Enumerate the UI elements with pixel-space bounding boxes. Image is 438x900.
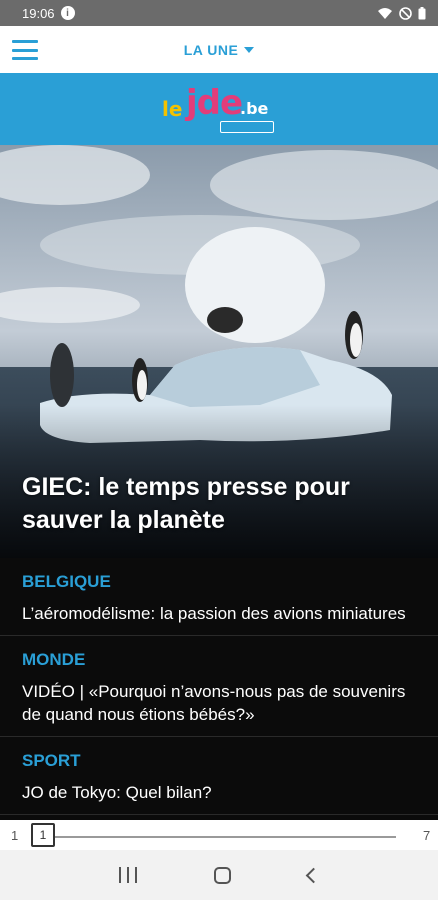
battery-icon bbox=[418, 6, 426, 19]
devices-icon bbox=[220, 121, 274, 133]
slider-track[interactable] bbox=[52, 836, 396, 838]
top-app-bar: LA UNE bbox=[0, 26, 438, 73]
article-item[interactable]: MONDE VIDÉO | «Pourquoi n’avons-nous pas… bbox=[0, 636, 438, 737]
home-icon[interactable] bbox=[213, 866, 231, 884]
article-item[interactable]: SPORT JO de Tokyo: Quel bilan? bbox=[0, 737, 438, 815]
logo-jde: jde bbox=[186, 83, 243, 123]
logo-band: le jde .be bbox=[0, 73, 438, 145]
wifi-icon bbox=[378, 7, 392, 19]
article-item[interactable]: BELGIQUE L’aéromodélisme: la passion des… bbox=[0, 558, 438, 636]
article-category[interactable]: SPORT bbox=[22, 751, 416, 771]
recents-icon[interactable] bbox=[118, 867, 137, 883]
hero-headline[interactable]: GIEC: le temps presse pour sauver la pla… bbox=[22, 471, 422, 537]
system-nav-bar bbox=[0, 850, 438, 900]
logo-be: .be bbox=[240, 99, 269, 118]
slider-min-label: 1 bbox=[11, 828, 19, 843]
section-label: LA UNE bbox=[183, 41, 239, 58]
page-slider[interactable]: 1 1 7 bbox=[0, 820, 438, 850]
dnd-icon bbox=[399, 6, 412, 20]
site-logo[interactable]: le jde .be bbox=[160, 81, 278, 137]
section-dropdown[interactable]: LA UNE bbox=[184, 42, 255, 58]
back-icon[interactable] bbox=[306, 867, 322, 883]
info-icon: i bbox=[60, 6, 75, 20]
caret-down-icon bbox=[244, 46, 255, 53]
menu-icon[interactable] bbox=[12, 40, 38, 60]
status-time: 19:06 bbox=[22, 5, 55, 21]
article-category[interactable]: MONDE bbox=[22, 650, 416, 670]
slider-max-label: 7 bbox=[423, 828, 431, 843]
status-bar: 19:06 i bbox=[0, 0, 438, 26]
article-headline[interactable]: JO de Tokyo: Quel bilan? bbox=[22, 781, 416, 804]
hero-article[interactable]: GIEC: le temps presse pour sauver la pla… bbox=[0, 145, 438, 558]
slider-thumb[interactable]: 1 bbox=[31, 823, 55, 847]
logo-le: le bbox=[162, 97, 183, 121]
article-headline[interactable]: VIDÉO | «Pourquoi n’avons-nous pas de so… bbox=[22, 680, 416, 726]
article-feed: BELGIQUE L’aéromodélisme: la passion des… bbox=[0, 558, 438, 820]
article-headline[interactable]: L’aéromodélisme: la passion des avions m… bbox=[22, 602, 416, 625]
article-category[interactable]: BELGIQUE bbox=[22, 572, 416, 592]
